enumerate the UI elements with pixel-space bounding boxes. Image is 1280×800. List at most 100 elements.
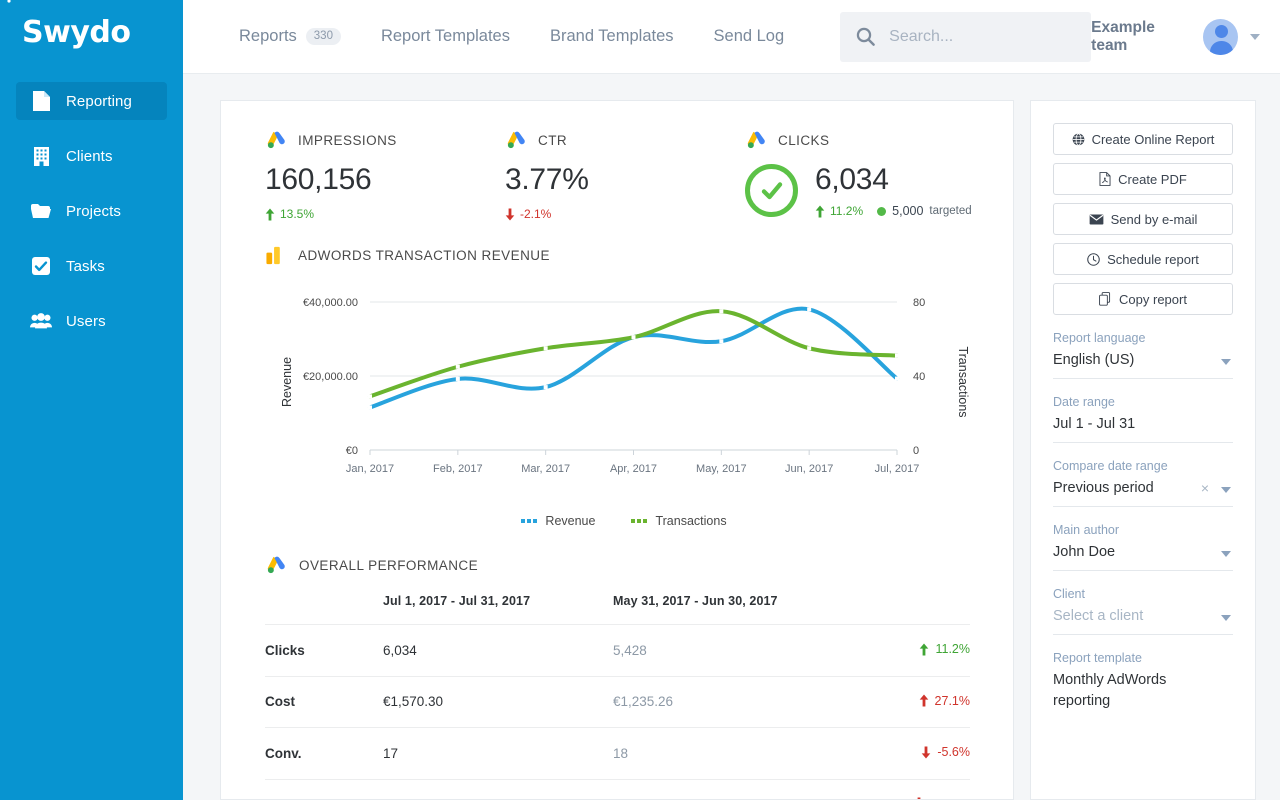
performance-table-section: OVERALL PERFORMANCE Jul 1, 2017 - Jul 31… — [265, 554, 983, 800]
globe-icon — [1072, 133, 1085, 146]
nav-send-log[interactable]: Send Log — [694, 27, 805, 46]
y-tick-label: €20,000.00 — [303, 371, 358, 383]
nav-report-templates-label: Report Templates — [381, 27, 510, 46]
data-point — [895, 354, 899, 358]
table-row: Conv. 17 18 -5.6% — [265, 728, 970, 780]
table-row: Clicks 6,034 5,428 11.2% — [265, 625, 970, 677]
data-point — [544, 346, 548, 350]
change-value: 11.2% — [935, 642, 970, 656]
y2-tick-label: 0 — [913, 445, 919, 457]
target-dot-icon — [877, 207, 886, 216]
kpi-delta-row: -2.1% — [505, 207, 745, 221]
field-client[interactable]: Client Select a client — [1053, 587, 1233, 635]
legend-item-transactions[interactable]: Transactions — [631, 514, 726, 528]
chevron-down-icon[interactable] — [1221, 551, 1231, 557]
sidebar-item-reporting[interactable]: Reporting — [16, 82, 167, 120]
kpi-target-label: targeted — [929, 205, 971, 217]
clear-icon[interactable]: × — [1201, 480, 1209, 496]
nav-report-templates[interactable]: Report Templates — [361, 27, 530, 46]
sidebar-item-label: Reporting — [66, 93, 132, 110]
arrow-up-icon — [815, 205, 825, 218]
arrow-down-icon — [505, 208, 515, 221]
kpi-delta-value: 13.5% — [280, 207, 314, 221]
field-label: Date range — [1053, 395, 1233, 409]
sidebar-item-label: Projects — [66, 203, 121, 220]
schedule-report-button[interactable]: Schedule report — [1053, 243, 1233, 275]
users-icon — [30, 310, 52, 332]
search-input[interactable] — [889, 28, 1069, 46]
avatar-body — [1210, 41, 1233, 55]
kpi-target-note: 5,000 targeted — [877, 204, 971, 218]
kpi-title: CTR — [538, 133, 567, 148]
x-tick-label: Jul, 2017 — [875, 463, 920, 475]
chevron-down-icon[interactable] — [1221, 487, 1231, 493]
kpi-delta-row: 11.2% 5,000 targeted — [815, 204, 972, 218]
cell-change: -15.0% — [868, 779, 970, 800]
avatar[interactable] — [1203, 19, 1238, 55]
sidebar-item-users[interactable]: Users — [16, 302, 167, 340]
chevron-down-icon[interactable] — [1221, 615, 1231, 621]
chart-header: ADWORDS TRANSACTION REVENUE — [265, 245, 983, 266]
search-icon — [856, 27, 875, 46]
app-logo[interactable]: Swydo — [0, 0, 183, 74]
field-main-author[interactable]: Main author John Doe — [1053, 523, 1233, 571]
legend-swatch-transactions — [631, 519, 647, 523]
chevron-down-icon[interactable] — [1221, 359, 1231, 365]
folder-icon — [30, 200, 52, 222]
nav-reports[interactable]: Reports 330 — [219, 27, 361, 46]
table-title: OVERALL PERFORMANCE — [299, 558, 478, 573]
cell-metric: Conv. rate — [265, 779, 383, 800]
data-point — [895, 377, 899, 381]
sidebar-item-clients[interactable]: Clients — [16, 137, 167, 175]
cell-change: 27.1% — [868, 676, 970, 728]
legend-label: Transactions — [655, 514, 726, 528]
kpi-target-value: 5,000 — [892, 204, 923, 218]
field-report-language[interactable]: Report language English (US) — [1053, 331, 1233, 379]
field-date-range[interactable]: Date range Jul 1 - Jul 31 — [1053, 395, 1233, 443]
field-label: Main author — [1053, 523, 1233, 537]
nav-brand-templates[interactable]: Brand Templates — [530, 27, 694, 46]
search-box[interactable] — [840, 12, 1091, 62]
copy-report-button[interactable]: Copy report — [1053, 283, 1233, 315]
x-tick-label: Mar, 2017 — [521, 463, 570, 475]
sidebar-item-tasks[interactable]: Tasks — [16, 247, 167, 285]
legend-item-revenue[interactable]: Revenue — [521, 514, 595, 528]
col-change — [868, 594, 970, 625]
logo-text: Swydo — [22, 18, 130, 48]
kpi-ctr: CTR 3.77% -2.1% — [505, 127, 745, 221]
field-compare-date-range[interactable]: Compare date range Previous period × — [1053, 459, 1233, 507]
cell-current: 0.28% — [383, 779, 613, 800]
revenue-transactions-chart[interactable]: Jan, 2017Feb, 2017Mar, 2017Apr, 2017May,… — [265, 280, 983, 516]
team-menu[interactable]: Example team — [1091, 19, 1264, 55]
arrow-down-icon — [921, 746, 931, 759]
create-online-report-button[interactable]: Create Online Report — [1053, 123, 1233, 155]
field-report-template[interactable]: Report template Monthly AdWords reportin… — [1053, 651, 1233, 719]
cell-current: 17 — [383, 728, 613, 780]
sidebar-item-projects[interactable]: Projects — [16, 192, 167, 230]
y2-tick-label: 40 — [913, 371, 925, 383]
change-value: 27.1% — [935, 694, 970, 708]
y-axis-label: Revenue — [280, 357, 294, 407]
field-value: Monthly AdWords reporting — [1053, 670, 1233, 712]
arrow-up-icon — [265, 208, 275, 221]
reports-count-badge: 330 — [306, 28, 341, 45]
field-label: Client — [1053, 587, 1233, 601]
series-line-revenue — [370, 309, 897, 408]
field-label: Report template — [1053, 651, 1233, 665]
chart-svg: Jan, 2017Feb, 2017Mar, 2017Apr, 2017May,… — [265, 280, 975, 516]
change-value: -5.6% — [937, 745, 970, 759]
chevron-down-icon[interactable] — [1250, 34, 1260, 40]
kpi-value: 160,156 — [265, 163, 371, 197]
kpi-header: CTR — [505, 127, 745, 153]
cell-previous: 18 — [613, 728, 868, 780]
envelope-icon — [1089, 214, 1104, 225]
x-tick-label: Jun, 2017 — [785, 463, 833, 475]
create-pdf-button[interactable]: Create PDF — [1053, 163, 1233, 195]
send-by-email-button[interactable]: Send by e-mail — [1053, 203, 1233, 235]
main-column: Reports 330 Report Templates Brand Templ… — [183, 0, 1280, 800]
legend-label: Revenue — [545, 514, 595, 528]
data-point — [807, 307, 811, 311]
kpi-delta: 13.5% — [265, 207, 314, 221]
building-icon — [30, 145, 52, 167]
chart-title: ADWORDS TRANSACTION REVENUE — [298, 248, 550, 263]
